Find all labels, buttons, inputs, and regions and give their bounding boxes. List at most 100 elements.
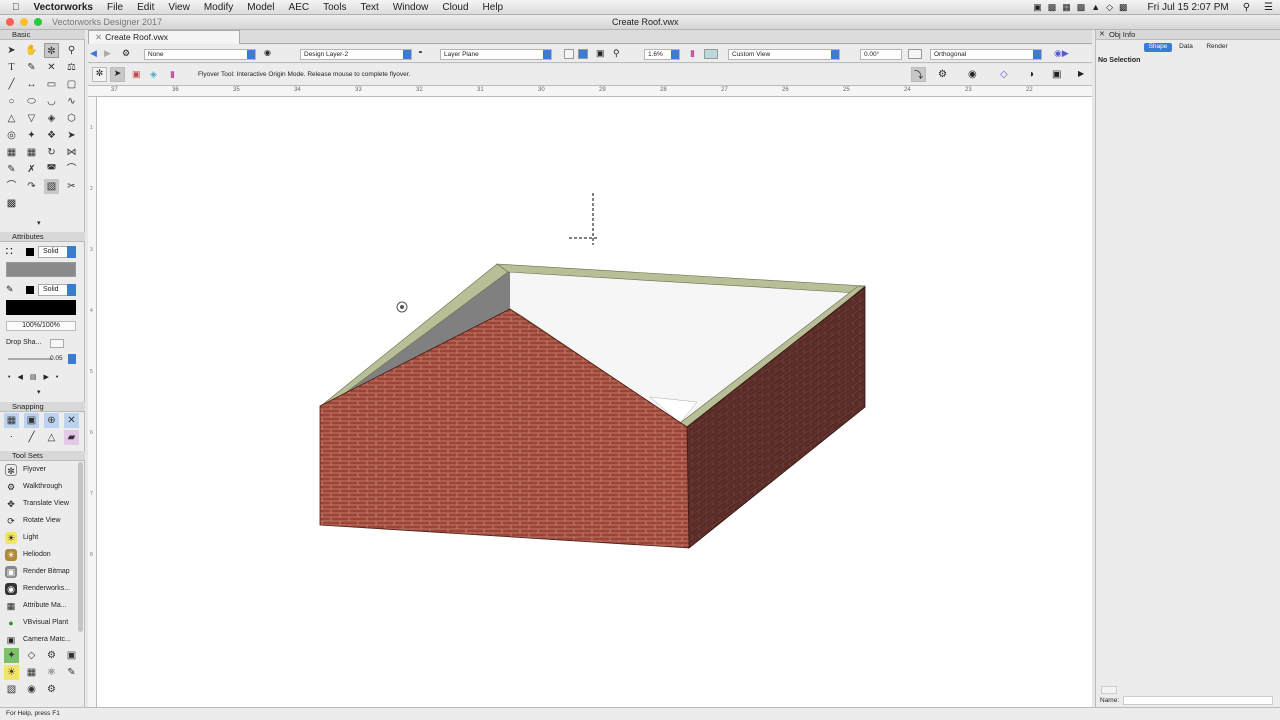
tab-close-icon[interactable]: ✕ [95,32,102,42]
menu-edit[interactable]: Edit [130,2,161,13]
line-weight-slider[interactable] [8,358,52,360]
view-select[interactable]: Custom View [728,49,840,60]
apple-icon[interactable]:  [0,2,27,13]
toolset-landscape-icon[interactable]: ⚙ [44,648,59,663]
flyover-mode-3-icon[interactable]: ▣ [132,69,141,80]
fillet-tool-icon[interactable]: ⌒ [64,162,79,177]
pan-mode-icon[interactable]: ⤵ [911,67,926,82]
standard-view-icon[interactable] [564,49,574,59]
zoom-tool-icon[interactable]: ⚲ [64,43,79,58]
mirror-tool-icon[interactable]: ▦ [4,145,19,160]
tab-render[interactable]: Render [1202,43,1232,52]
text-tool-icon[interactable]: T [4,60,19,75]
class-options-icon[interactable]: ◉ [264,48,271,57]
callout-tool-icon[interactable]: ✎ [24,60,39,75]
flyover-mode-standard-icon[interactable]: ✼ [92,67,107,82]
zoom-field[interactable]: 1.6% [644,49,680,60]
snap-working-plane-icon[interactable]: ▰ [64,430,79,445]
selection-tool-icon[interactable]: ➤ [4,43,19,58]
toolset-light-icon[interactable]: ☀ [4,665,19,680]
wand-tool-icon[interactable]: ✦ [24,128,39,143]
render-style-icon[interactable]: ◇ [1000,69,1008,80]
attributes-collapse-icon[interactable]: ▾ [37,388,41,396]
snap-intersection-icon[interactable]: ✕ [64,413,79,428]
toolset-walkthrough[interactable]: ⚙ Walkthrough [0,479,78,495]
pen-style-select[interactable]: Solid [38,284,76,296]
spiral-tool-icon[interactable]: ◎ [4,128,19,143]
pen-color-swatch[interactable] [26,286,34,294]
arc-tool-icon[interactable]: ◡ [44,94,59,109]
snap-distance-icon[interactable]: ⋅ [4,430,19,445]
toolset-furniture-icon[interactable]: ▦ [24,665,39,680]
modebar-overflow-icon[interactable]: ▶ [1078,69,1084,78]
circle-tool-icon[interactable]: ○ [4,94,19,109]
forward-icon[interactable]: ▶ [104,48,111,59]
projection-toggle[interactable] [704,49,718,59]
close-window-icon[interactable] [6,18,14,26]
basic-collapse-icon[interactable]: ▾ [37,219,41,227]
clock[interactable]: Fri Jul 15 2:07 PM [1141,2,1236,13]
drawing-canvas[interactable] [97,97,1092,707]
tab-data[interactable]: Data [1174,43,1198,52]
menu-help[interactable]: Help [476,2,511,13]
working-plane-icon[interactable] [908,49,922,59]
spotlight-icon[interactable]: ⚲ [1236,2,1257,13]
toolset-camera-icon[interactable]: ◉ [24,682,39,697]
projection-select[interactable]: Orthogonal [930,49,1042,60]
snap-object-icon[interactable]: ▣ [24,413,39,428]
snapping-palette-header[interactable]: Snapping [0,402,85,412]
rotate-tool-icon[interactable]: ↻ [44,145,59,160]
menu-modify[interactable]: Modify [197,2,240,13]
toolset-render-bitmap[interactable]: ▣ Render Bitmap [0,564,78,580]
fill-bucket-icon[interactable]: ⛚ [6,246,12,257]
flyover-tool-icon[interactable]: ✼ [44,43,59,58]
extrude-tool-icon[interactable]: ▩ [4,196,19,211]
oval-tool-icon[interactable]: ⬭ [24,94,39,109]
pan-tool-icon[interactable]: ✋ [24,43,39,58]
toolset-flyover[interactable]: ✼ Flyover [0,462,78,478]
zoom-icon[interactable]: ⚲ [613,48,620,59]
tab-shape[interactable]: Shape [1144,43,1172,52]
reshape-tool-icon[interactable]: ❖ [44,128,59,143]
layer-options-icon[interactable]: ◓ [418,48,423,57]
regular-polygon-tool-icon[interactable]: ⬡ [64,111,79,126]
fill-style-select[interactable]: Solid [38,246,76,258]
bezier-tool-icon[interactable]: ⌒ [4,179,19,194]
rectangle-tool-icon[interactable]: ▭ [44,77,59,92]
class-navigation-icon[interactable]: ⚙ [122,48,130,59]
menu-view[interactable]: View [161,2,197,13]
clip-tool-icon[interactable]: ✂ [64,179,79,194]
connect-tool-icon[interactable]: ◚ [44,162,59,177]
toolset-vbvisual-plant[interactable]: ● VBvisual Plant [0,615,78,631]
toolset-detailing-icon[interactable]: ▣ [64,648,79,663]
flip-tool-icon[interactable]: ⋈ [64,145,79,160]
toolsets-scrollbar[interactable] [78,462,83,632]
snap-grid-icon[interactable]: ▦ [4,413,19,428]
double-line-tool-icon[interactable]: ◈ [44,111,59,126]
menu-tools[interactable]: Tools [316,2,353,13]
rotation-angle-field[interactable]: 0.00° [860,49,902,60]
contrast-icon[interactable]: ◑ [1028,69,1034,80]
split-tool-icon[interactable]: ✎ [4,162,19,177]
toolset-site-icon[interactable]: ⚛ [44,665,59,680]
toolset-light[interactable]: ☀ Light [0,530,78,546]
menu-aec[interactable]: AEC [282,2,317,13]
toolset-camera-match[interactable]: ▣ Camera Matc... [0,632,78,648]
attributes-palette-header[interactable]: Attributes [0,232,85,242]
render-mode-icon[interactable]: ▮ [690,48,695,59]
polyline-tool-icon[interactable]: △ [4,111,19,126]
fill-color-swatch[interactable] [26,248,34,256]
view-menu-icon[interactable] [578,49,588,59]
toolset-building-shell-icon[interactable]: ◇ [24,648,39,663]
horizontal-ruler[interactable]: 37 36 35 34 33 32 31 30 29 28 27 26 25 2… [88,86,1092,97]
toolset-attribute-mapping[interactable]: ▦ Attribute Ma... [0,598,78,614]
freehand-tool-icon[interactable]: ∿ [64,94,79,109]
toolset-visualization-icon[interactable]: ✦ [4,648,19,663]
minimize-window-icon[interactable] [20,18,28,26]
basic-palette-header[interactable]: Basic [0,30,85,40]
plane-select[interactable]: Layer Plane [440,49,552,60]
menu-model[interactable]: Model [240,2,281,13]
name-field[interactable] [1123,696,1273,705]
menu-window[interactable]: Window [386,2,436,13]
toolset-translate-view[interactable]: ✥ Translate View [0,496,78,512]
